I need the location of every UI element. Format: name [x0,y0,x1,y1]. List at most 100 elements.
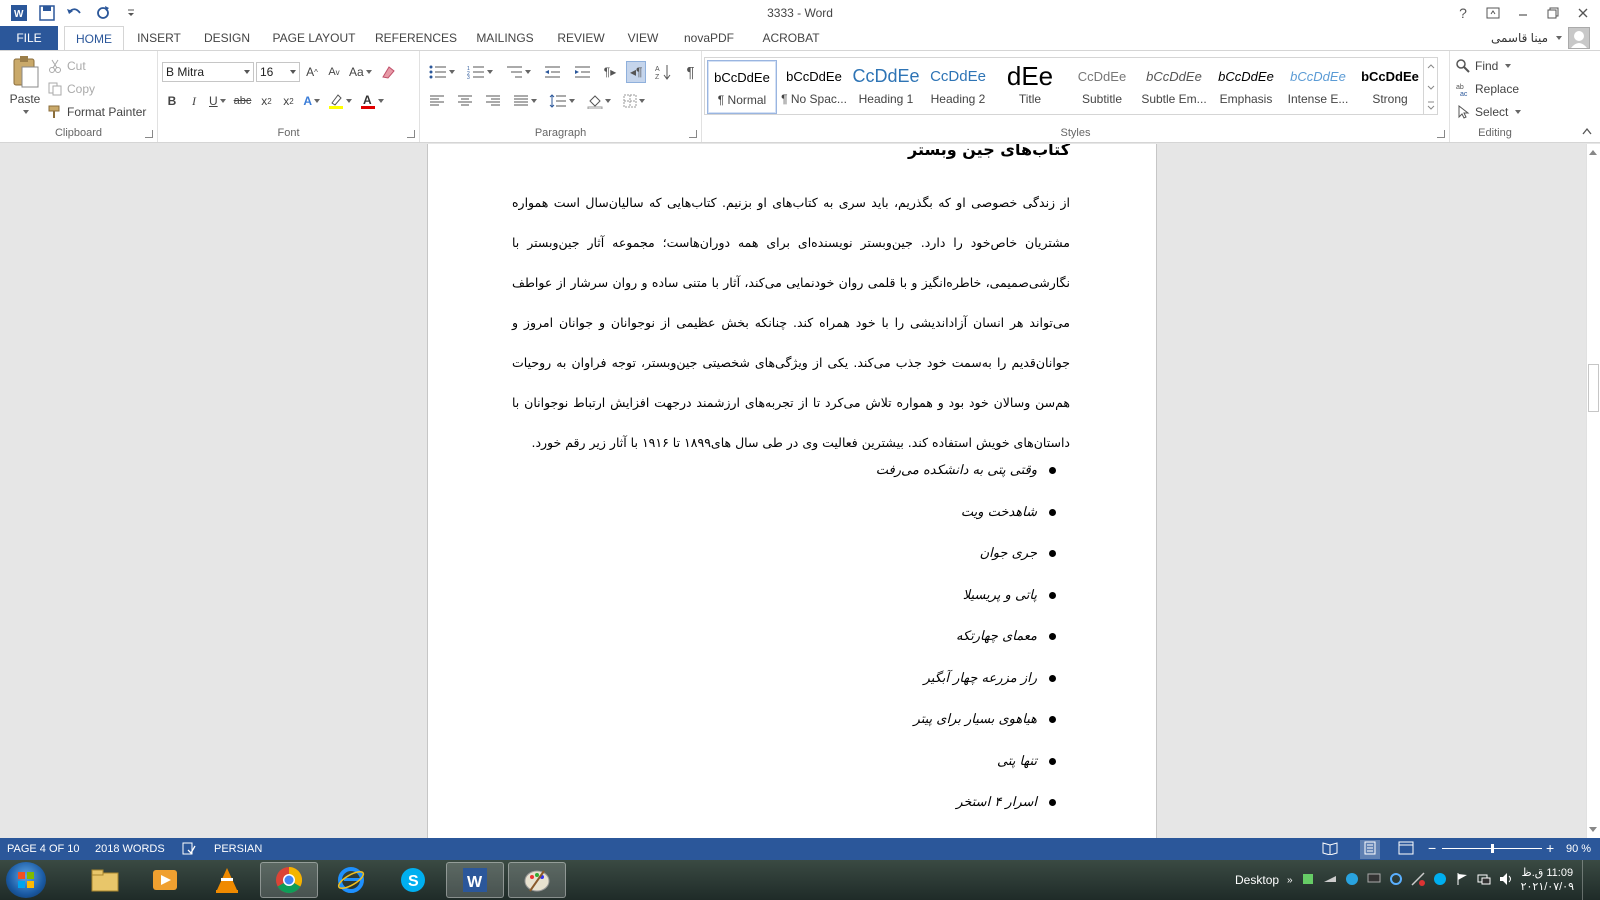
style-heading-2[interactable]: CcDdEe Heading 2 [923,60,993,114]
chrome-icon[interactable] [260,862,318,898]
subscript-button[interactable]: x2 [256,90,276,112]
styles-launcher-icon[interactable] [1437,130,1445,138]
change-case-button[interactable]: Aa [346,61,375,83]
paste-dropdown-icon[interactable] [23,110,29,114]
italic-button[interactable]: I [184,90,204,112]
tab-design[interactable]: DESIGN [196,26,258,50]
style-intense-emphasis[interactable]: bCcDdEe Intense E... [1283,60,1353,114]
help-button[interactable]: ? [1452,2,1474,24]
decrease-indent-icon[interactable] [540,61,564,83]
volume-icon[interactable] [1499,872,1513,889]
internet-explorer-icon[interactable] [322,862,380,898]
web-layout-icon[interactable] [1398,841,1414,858]
find-button[interactable]: Find [1456,55,1512,77]
font-name-combo[interactable]: B Mitra [162,62,254,82]
copy-button[interactable]: Copy [48,78,98,100]
align-right-icon[interactable] [482,90,504,112]
show-desktop-button[interactable] [1582,860,1590,900]
style-heading-1[interactable]: CcDdEe Heading 1 [851,60,921,114]
styles-gallery-scroll[interactable] [1424,57,1438,115]
strikethrough-button[interactable]: abc [231,90,255,112]
scroll-up-icon[interactable] [1589,150,1597,155]
avatar[interactable] [1568,27,1590,49]
tab-mailings[interactable]: MAILINGS [470,26,540,50]
zoom-slider-thumb[interactable] [1491,844,1494,853]
font-size-combo[interactable]: 16 [256,62,300,82]
paste-button[interactable]: Paste [6,55,44,121]
minimize-button[interactable] [1512,2,1534,24]
action-center-flag-icon[interactable] [1455,872,1469,889]
clear-formatting-icon[interactable] [377,61,399,83]
list-item[interactable]: اسرار ۴ استخر [670,782,1070,824]
tray-browser-icon[interactable] [1345,872,1359,889]
tab-references[interactable]: REFERENCES [370,26,462,50]
tray-monitor-icon[interactable] [1367,872,1381,889]
font-launcher-icon[interactable] [407,130,415,138]
style-emphasis[interactable]: bCcDdEe Emphasis [1211,60,1281,114]
read-mode-icon[interactable] [1322,841,1338,858]
tab-acrobat[interactable]: ACROBAT [756,26,826,50]
tray-network-app-icon[interactable] [1323,872,1337,889]
vertical-scrollbar[interactable] [1586,144,1600,838]
word-taskbar-icon[interactable]: W [446,862,504,898]
ribbon-display-options-icon[interactable] [1482,2,1504,24]
style-title[interactable]: dEe Title [995,60,1065,114]
text-effects-icon[interactable]: A [300,90,323,112]
list-item[interactable]: معمای چهارتکه [670,616,1070,658]
highlight-icon[interactable] [325,90,355,112]
page-indicator[interactable]: PAGE 4 OF 10 [7,843,80,855]
style-subtle-emphasis[interactable]: bCcDdEe Subtle Em... [1139,60,1209,114]
select-button[interactable]: Select [1456,101,1522,123]
zoom-out-button[interactable]: − [1428,840,1436,856]
network-icon[interactable] [1477,872,1491,889]
restore-button[interactable] [1542,2,1564,24]
style-normal[interactable]: bCcDdEe ¶ Normal [707,60,777,114]
file-explorer-icon[interactable] [76,862,134,898]
rtl-direction-icon[interactable]: ◂¶ [626,61,647,83]
numbering-icon[interactable]: 123 [464,61,496,83]
document-paragraph[interactable]: از زندگی خصوصی او که بگذریم، باید سری به… [512,183,1070,463]
show-formatting-marks-icon[interactable]: ¶ [680,61,700,83]
underline-button[interactable]: U [206,90,229,112]
ltr-direction-icon[interactable]: ¶▸ [600,61,620,83]
user-dropdown-icon[interactable] [1556,36,1562,40]
zoom-level[interactable]: 90 % [1566,843,1591,855]
cut-button[interactable]: Cut [48,55,89,77]
close-button[interactable] [1572,2,1594,24]
user-name[interactable]: مینا قاسمی [1491,31,1548,45]
document-heading[interactable]: کتاب‌های جین وبستر [908,144,1070,159]
list-item[interactable]: جری جوان [670,533,1070,575]
list-item[interactable]: پاتی و پریسیلا [670,575,1070,617]
list-item[interactable]: شاهدخت ویت [670,492,1070,534]
desktop-toolbar-label[interactable]: Desktop [1235,873,1279,887]
replace-button[interactable]: ab ac Replace [1456,78,1522,100]
multilevel-list-icon[interactable] [502,61,534,83]
clock[interactable]: 11:09 ق.ظ ۲۰۲۱/۰۷/۰۹ [1521,866,1574,894]
tray-skype-icon[interactable] [1433,872,1447,889]
style-no-spacing[interactable]: bCcDdEe ¶ No Spac... [779,60,849,114]
tab-page-layout[interactable]: PAGE LAYOUT [266,26,362,50]
collapse-ribbon-icon[interactable] [1582,124,1592,138]
clipboard-launcher-icon[interactable] [145,130,153,138]
tray-connection-icon[interactable] [1411,871,1425,889]
line-spacing-icon[interactable] [546,90,578,112]
vlc-icon[interactable] [198,862,256,898]
tab-file[interactable]: FILE [0,26,58,50]
tab-view[interactable]: VIEW [622,26,664,50]
tab-insert[interactable]: INSERT [130,26,188,50]
list-item[interactable]: راز مزرعه چهار آبگیر [670,658,1070,700]
zoom-slider[interactable] [1442,844,1542,853]
paint-icon[interactable] [508,862,566,898]
zoom-in-button[interactable]: + [1546,840,1554,856]
align-center-icon[interactable] [454,90,476,112]
tab-home[interactable]: HOME [64,26,124,50]
align-left-icon[interactable] [426,90,448,112]
tray-expand-icon[interactable]: » [1287,875,1293,886]
tray-settings-icon[interactable] [1389,872,1403,889]
grow-font-icon[interactable]: A ^ [302,61,322,83]
document-page[interactable]: کتاب‌های جین وبستر از زندگی خصوصی او که … [427,144,1157,838]
shrink-font-icon[interactable]: Av [324,61,344,83]
justify-icon[interactable] [510,90,540,112]
paragraph-launcher-icon[interactable] [689,130,697,138]
word-count[interactable]: 2018 WORDS [95,843,165,855]
